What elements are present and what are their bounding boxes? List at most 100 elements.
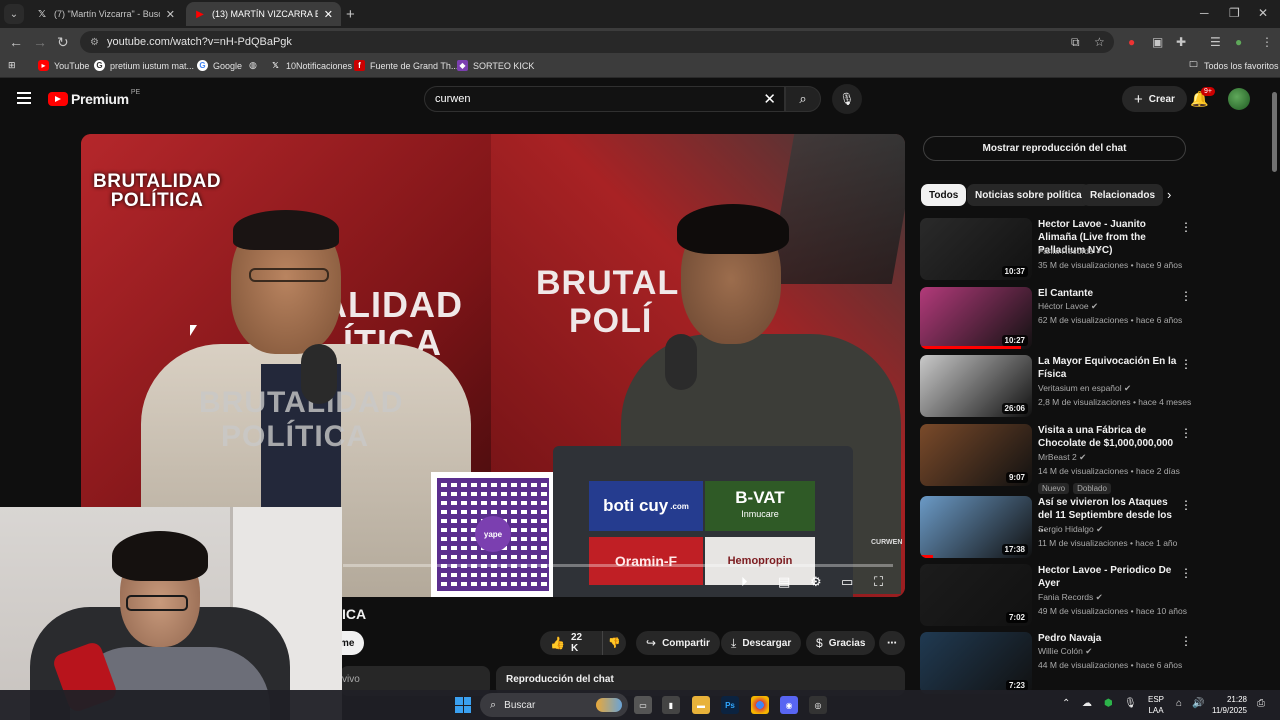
theater-mode-icon[interactable]: ▭ <box>841 574 853 590</box>
more-options-icon[interactable]: ⋮ <box>1180 357 1192 371</box>
site-info-icon[interactable]: ⚙ <box>90 37 99 48</box>
all-bookmarks[interactable]: 🗀 Todos los favoritos <box>1188 60 1279 71</box>
task-view-icon[interactable]: ▭ <box>634 696 652 714</box>
subscribe-button[interactable]: me <box>340 631 364 655</box>
search-input[interactable]: curwen ✕ <box>424 86 785 112</box>
chrome-menu-icon[interactable]: ⋮ <box>1261 35 1273 49</box>
bookmark-notificaciones[interactable]: 𝕏 10Notificaciones <box>270 60 352 71</box>
install-app-icon[interactable]: ⧉ <box>1071 35 1080 50</box>
video-thumbnail[interactable]: 7:02 <box>920 564 1032 626</box>
extension-icon[interactable]: ▣ <box>1152 35 1163 49</box>
channel-name[interactable]: Veritasium en español ✔ <box>1038 383 1131 394</box>
globe-icon[interactable]: ◍ <box>249 60 257 71</box>
recommended-video[interactable]: 9:07 Visita a una Fábrica de Chocolate de… <box>920 424 1192 494</box>
bookmark-grand-theft[interactable]: f Fuente de Grand Th... <box>354 60 458 71</box>
voice-search-button[interactable]: 🎙 <box>832 84 862 114</box>
recommended-video[interactable]: 10:37 Hector Lavoe - Juanito Alimaña (Liv… <box>920 218 1192 282</box>
back-icon[interactable]: ← <box>9 34 23 50</box>
address-bar[interactable]: ⚙ youtube.com/watch?v=nH-PdQBaPgk <box>80 31 1114 53</box>
app-icon[interactable]: ◎ <box>809 696 827 714</box>
apps-grid-icon[interactable]: ⊞ <box>8 60 16 71</box>
clear-search-icon[interactable]: ✕ <box>763 90 776 108</box>
photoshop-icon[interactable]: Ps <box>721 696 739 714</box>
forward-icon[interactable]: → <box>33 34 47 50</box>
recommended-video[interactable]: 17:38 Así se vivieron los Ataques del 11 … <box>920 496 1192 560</box>
settings-gear-icon[interactable]: ⚙ <box>810 574 822 590</box>
video-thumbnail[interactable]: 10:27 <box>920 287 1032 349</box>
more-actions-button[interactable]: ⋯ <box>879 631 905 655</box>
video-thumbnail[interactable]: 17:38 <box>920 496 1032 558</box>
recommended-video[interactable]: 26:06 La Mayor Equivocación En la Física V… <box>920 355 1192 419</box>
widgets-icon[interactable]: ▮ <box>662 696 680 714</box>
video-thumbnail[interactable]: 26:06 <box>920 355 1032 417</box>
more-options-icon[interactable]: ⋮ <box>1180 426 1192 440</box>
taskbar-search[interactable]: ⌕ Buscar <box>480 693 628 717</box>
close-tab-icon[interactable]: ✕ <box>324 8 333 21</box>
menu-hamburger-icon[interactable] <box>17 92 31 104</box>
recommended-video[interactable]: 10:27 El Cantante Héctor Lavoe ✔ 62 M de vi… <box>920 287 1192 351</box>
profile-avatar-icon[interactable]: ● <box>1235 35 1242 49</box>
page-scrollbar[interactable] <box>1272 92 1277 172</box>
reload-icon[interactable]: ↻ <box>57 34 69 51</box>
video-thumbnail[interactable]: 7:23 <box>920 632 1032 694</box>
new-tab-icon[interactable]: + <box>346 6 355 23</box>
video-title[interactable]: Visita a una Fábrica de Chocolate de $1,… <box>1038 424 1178 450</box>
file-explorer-icon[interactable]: ▬ <box>692 696 710 714</box>
extensions-puzzle-icon[interactable]: ✚ <box>1176 35 1186 49</box>
more-options-icon[interactable]: ⋮ <box>1180 220 1192 234</box>
chevron-right-icon[interactable]: › <box>1167 187 1171 202</box>
channel-name[interactable]: Willie Colón ✔ <box>1038 646 1092 657</box>
more-options-icon[interactable]: ⋮ <box>1180 289 1192 303</box>
tab-youtube-video[interactable]: ▶ (13) MARTÍN VIZCARRA EN BRUTALIDAD POL… <box>186 2 341 26</box>
video-progress-bar[interactable] <box>343 564 893 567</box>
bookmark-sorteo-kick[interactable]: ◆ SORTEO KICK <box>457 60 534 71</box>
clock[interactable]: 21:28 11/9/2025 <box>1212 694 1247 716</box>
video-title[interactable]: Pedro Navaja <box>1038 632 1178 645</box>
cloud-icon[interactable]: ☁ <box>1082 698 1092 709</box>
tab-x-search[interactable]: 𝕏 (7) "Martín Vizcarra" - Buscar / X ✕ <box>28 2 183 26</box>
shield-icon[interactable]: ⬢ <box>1104 698 1113 709</box>
close-window-icon[interactable]: ✕ <box>1258 6 1268 20</box>
channel-name[interactable]: Héctor Lavoe ✔ <box>1038 301 1098 312</box>
dislike-button[interactable]: 👎 <box>602 631 626 655</box>
chip-related[interactable]: Relacionados <box>1082 184 1164 206</box>
bookmark-google[interactable]: G Google <box>197 60 242 71</box>
volume-icon[interactable]: 🔊 <box>1192 698 1204 709</box>
search-button[interactable]: ⌕ <box>785 86 821 112</box>
bookmark-pretium[interactable]: G pretium iustum mat... <box>94 60 194 71</box>
subtitles-icon[interactable]: ▤ <box>778 574 790 590</box>
video-title[interactable]: Hector Lavoe - Periodico De Ayer <box>1038 564 1178 590</box>
create-button[interactable]: + Crear <box>1122 86 1187 112</box>
channel-name[interactable]: Fania Records ✔ <box>1038 592 1103 603</box>
share-button[interactable]: ↪ Compartir <box>636 631 720 655</box>
download-button[interactable]: ⤓ Descargar <box>721 631 802 655</box>
more-options-icon[interactable]: ⋮ <box>1180 566 1192 580</box>
fullscreen-icon[interactable]: ⛶ <box>874 574 883 590</box>
extension-icon[interactable]: ● <box>1128 35 1135 49</box>
microphone-icon[interactable]: 🎙 <box>1124 698 1137 709</box>
tab-search-chevron-icon[interactable]: ⌄ <box>4 4 24 24</box>
recommended-video[interactable]: 7:02 Hector Lavoe - Periodico De Ayer Fani… <box>920 564 1192 628</box>
thanks-button[interactable]: $ Gracias <box>806 631 876 655</box>
restore-icon[interactable]: ❐ <box>1229 6 1240 20</box>
show-chat-replay-button[interactable]: Mostrar reproducción del chat <box>923 136 1186 161</box>
channel-name[interactable]: Sergio Hidalgo ✔ <box>1038 524 1103 535</box>
channel-name[interactable]: Fania Records ✔ <box>1038 246 1103 257</box>
chevron-up-icon[interactable]: ⌃ <box>1062 698 1070 709</box>
video-thumbnail[interactable]: 10:37 <box>920 218 1032 280</box>
chrome-icon[interactable] <box>751 696 769 714</box>
close-tab-icon[interactable]: ✕ <box>166 8 175 21</box>
video-thumbnail[interactable]: 9:07 <box>920 424 1032 486</box>
account-avatar[interactable] <box>1228 88 1250 110</box>
autoplay-toggle-icon[interactable]: ⏵ <box>741 574 748 590</box>
discord-icon[interactable]: ◉ <box>780 696 798 714</box>
notification-center-icon[interactable]: ⎙ <box>1257 698 1265 709</box>
windows-start-icon[interactable] <box>455 697 471 713</box>
reading-list-icon[interactable]: ☰ <box>1210 35 1221 49</box>
network-icon[interactable]: ⌂ <box>1176 698 1182 709</box>
minimize-icon[interactable]: ─ <box>1200 6 1209 20</box>
language-indicator[interactable]: ESP LAA <box>1148 694 1164 716</box>
youtube-premium-logo[interactable]: Premium PE <box>48 89 140 107</box>
more-options-icon[interactable]: ⋮ <box>1180 498 1192 512</box>
chip-all[interactable]: Todos <box>921 184 967 206</box>
